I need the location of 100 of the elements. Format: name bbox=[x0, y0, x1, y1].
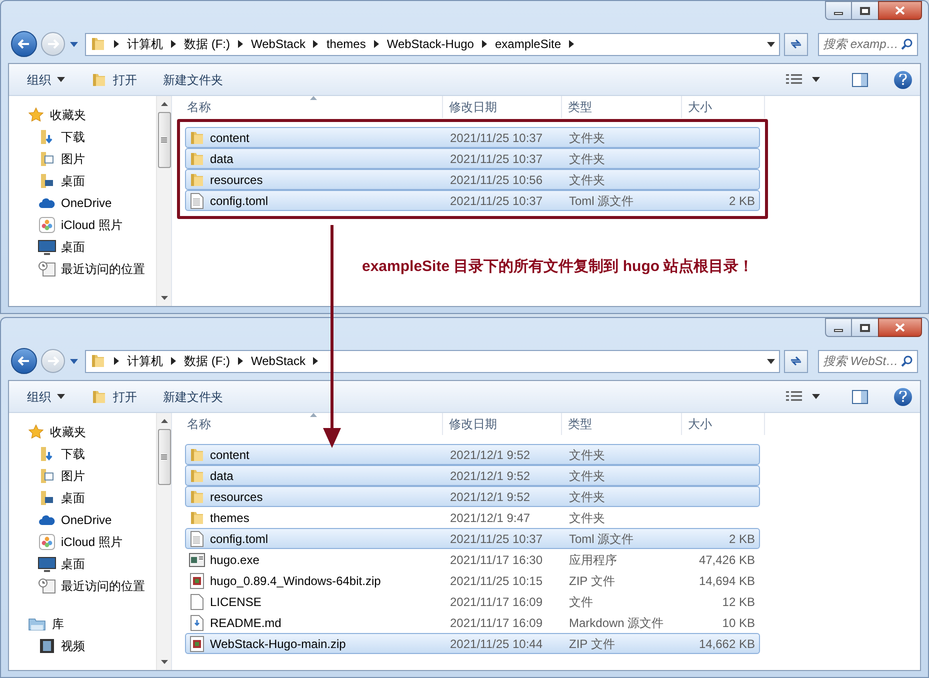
column-header[interactable]: 修改日期 bbox=[443, 413, 562, 435]
chevron-right-icon bbox=[171, 40, 176, 48]
nav-item[interactable]: 图片 bbox=[9, 465, 156, 487]
file-row[interactable]: hugo.exe 2021/11/17 16:30 应用程序 47,426 KB bbox=[185, 549, 760, 570]
close-button[interactable] bbox=[878, 318, 922, 337]
nav-item[interactable]: 最近访问的位置 bbox=[9, 575, 156, 597]
folder-icon bbox=[91, 388, 107, 404]
toolbar-button[interactable]: 新建文件夹 bbox=[155, 68, 231, 92]
file-row[interactable]: config.toml 2021/11/25 10:37 Toml 源文件 2 KB bbox=[185, 190, 760, 211]
breadcrumb-link[interactable]: 计算机 bbox=[127, 352, 163, 370]
file-row[interactable]: hugo_0.89.4_Windows-64bit.zip 2021/11/25 10:15 ZIP 文件 14,694 KB bbox=[185, 570, 760, 591]
modified-date: 2021/11/25 10:37 bbox=[449, 530, 544, 548]
file-type: 文件夹 bbox=[568, 468, 606, 484]
file-row[interactable]: content 2021/11/25 10:37 文件夹 bbox=[185, 127, 760, 148]
column-header[interactable]: 名称 bbox=[172, 96, 443, 118]
file-row[interactable]: data 2021/11/25 10:37 文件夹 bbox=[185, 148, 760, 169]
toolbar-button[interactable]: 组织 bbox=[19, 384, 73, 408]
column-header[interactable]: 大小 bbox=[682, 413, 765, 435]
column-header[interactable]: 修改日期 bbox=[443, 96, 562, 118]
nav-group[interactable]: 收藏夹 bbox=[9, 104, 156, 126]
preview-pane-icon bbox=[852, 72, 868, 86]
breadcrumb-link[interactable]: 数据 (F:) bbox=[184, 352, 230, 370]
file-type: 文件夹 bbox=[568, 130, 606, 146]
close-button[interactable] bbox=[878, 1, 922, 20]
nav-item[interactable]: iCloud 照片 bbox=[9, 531, 156, 553]
modified-date: 2021/11/17 16:09 bbox=[449, 614, 544, 632]
chevron-right-icon bbox=[238, 357, 243, 365]
nav-item[interactable]: 下载 bbox=[9, 443, 156, 465]
toolbar-button[interactable]: 组织 bbox=[19, 68, 73, 92]
help-button[interactable] bbox=[894, 388, 912, 406]
breadcrumb-link[interactable]: WebStack-Hugo bbox=[386, 35, 474, 53]
file-row[interactable]: resources 2021/12/1 9:52 文件夹 bbox=[185, 486, 760, 507]
toolbar-button[interactable]: 打开 bbox=[83, 384, 145, 408]
maximize-button[interactable] bbox=[852, 1, 878, 20]
breadcrumb-link[interactable]: themes bbox=[326, 35, 366, 53]
maximize-button[interactable] bbox=[852, 318, 878, 337]
column-header[interactable]: 大小 bbox=[682, 96, 765, 118]
caret-down-icon bbox=[57, 77, 65, 82]
search-icon bbox=[901, 38, 913, 50]
column-header[interactable]: 类型 bbox=[562, 413, 682, 435]
chevron-right-icon bbox=[482, 40, 487, 48]
file-row[interactable]: themes 2021/12/1 9:47 文件夹 bbox=[185, 507, 760, 528]
file-size: 14,662 KB bbox=[698, 636, 755, 652]
nav-item[interactable]: iCloud 照片 bbox=[9, 214, 156, 236]
file-row[interactable]: WebStack-Hugo-main.zip 2021/11/25 10:44 ZIP 文件 14,662 KB bbox=[185, 633, 760, 654]
help-button[interactable] bbox=[894, 70, 912, 88]
blank-file-icon bbox=[190, 594, 204, 610]
archive-icon bbox=[190, 572, 204, 588]
file-row[interactable]: LICENSE 2021/11/17 16:09 文件 12 KB bbox=[185, 591, 760, 612]
caret-down-icon bbox=[767, 358, 775, 364]
modified-date: 2021/11/17 16:09 bbox=[449, 594, 544, 610]
pictures-folder-icon bbox=[39, 151, 55, 167]
file-download-icon bbox=[190, 614, 204, 630]
file-row[interactable]: data 2021/12/1 9:52 文件夹 bbox=[185, 465, 760, 486]
nav-item[interactable]: 桌面 bbox=[9, 236, 156, 258]
nav-item[interactable]: 桌面 bbox=[9, 170, 156, 192]
file-size: 12 KB bbox=[722, 594, 755, 610]
nav-item[interactable]: 桌面 bbox=[9, 487, 156, 509]
arrow-left-icon bbox=[18, 39, 30, 49]
search-field[interactable]: 搜索 WebSt… bbox=[818, 350, 918, 372]
nav-group[interactable]: 库 bbox=[9, 613, 156, 635]
nav-group[interactable]: 收藏夹 bbox=[9, 421, 156, 443]
nav-item[interactable]: OneDrive bbox=[9, 192, 156, 214]
nav-item[interactable]: OneDrive bbox=[9, 509, 156, 531]
desktop-folder-icon bbox=[39, 173, 55, 189]
breadcrumb-link[interactable]: exampleSite bbox=[494, 35, 562, 53]
file-row[interactable]: resources 2021/11/25 10:56 文件夹 bbox=[185, 169, 760, 190]
document-icon bbox=[190, 530, 204, 546]
back-button[interactable] bbox=[11, 348, 37, 374]
scrollbar[interactable] bbox=[156, 413, 171, 670]
file-row[interactable]: config.toml 2021/11/25 10:37 Toml 源文件 2 KB bbox=[185, 528, 760, 549]
scrollbar[interactable] bbox=[156, 96, 171, 306]
toolbar-button[interactable]: 打开 bbox=[83, 68, 145, 92]
breadcrumb-link[interactable]: 计算机 bbox=[127, 35, 163, 53]
nav-item[interactable]: 视频 bbox=[9, 635, 156, 657]
file-row[interactable]: content 2021/12/1 9:52 文件夹 bbox=[185, 444, 760, 465]
chevron-right-icon bbox=[114, 40, 119, 48]
refresh-button[interactable] bbox=[784, 350, 808, 372]
nav-item[interactable]: 图片 bbox=[9, 148, 156, 170]
toolbar-button[interactable]: 新建文件夹 bbox=[155, 384, 231, 408]
address-bar[interactable]: 计算机 数据 (F:) WebStack themes WebStack-Hugo exampleSite bbox=[85, 32, 780, 56]
nav-item[interactable]: 下载 bbox=[9, 126, 156, 148]
archive-icon bbox=[190, 636, 204, 652]
refresh-button[interactable] bbox=[784, 32, 808, 56]
column-header[interactable]: 类型 bbox=[562, 96, 682, 118]
file-type: Markdown 源文件 bbox=[568, 614, 665, 632]
address-bar[interactable]: 计算机 数据 (F:) WebStack bbox=[85, 350, 780, 372]
nav-item[interactable]: 桌面 bbox=[9, 553, 156, 575]
desktop-folder-icon bbox=[39, 490, 55, 506]
breadcrumb-link[interactable]: WebStack bbox=[251, 35, 306, 53]
breadcrumb-link[interactable]: 数据 (F:) bbox=[184, 35, 230, 53]
breadcrumb-link[interactable]: WebStack bbox=[251, 352, 306, 370]
nav-item[interactable]: 最近访问的位置 bbox=[9, 258, 156, 280]
minimize-button[interactable] bbox=[825, 318, 852, 337]
back-button[interactable] bbox=[11, 31, 37, 57]
minimize-button[interactable] bbox=[825, 1, 852, 20]
search-field[interactable]: 搜索 examp… bbox=[818, 32, 918, 56]
modified-date: 2021/11/25 10:44 bbox=[449, 636, 544, 652]
file-row[interactable]: README.md 2021/11/17 16:09 Markdown 源文件 10 KB bbox=[185, 612, 760, 633]
chevron-right-icon bbox=[569, 40, 574, 48]
